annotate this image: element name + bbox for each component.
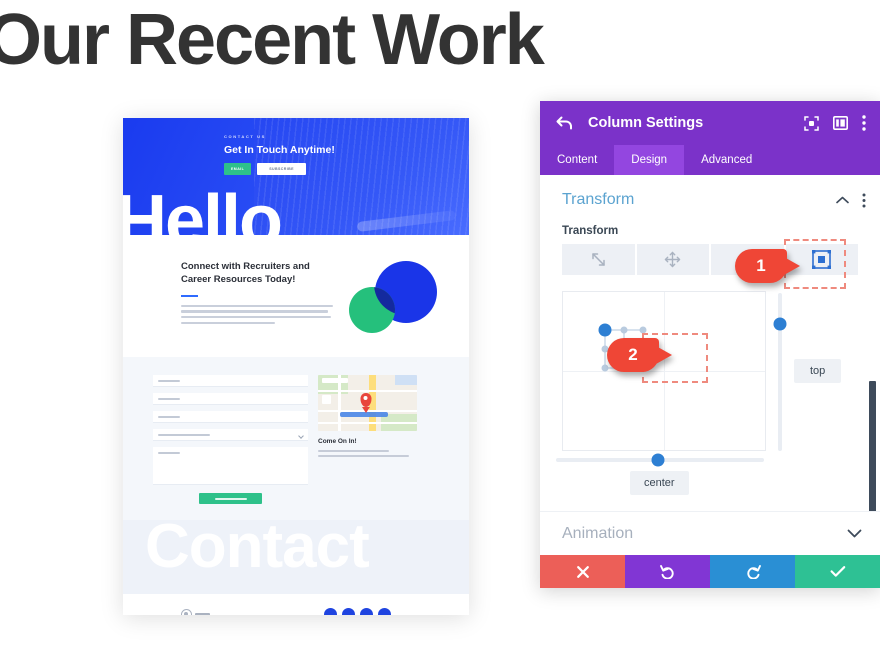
panel-tabs: Content Design Advanced bbox=[540, 145, 880, 175]
panel-footer-actions bbox=[540, 555, 880, 588]
map-heading: Come On In! bbox=[318, 438, 357, 445]
origin-handle-top-right[interactable] bbox=[639, 326, 647, 334]
form-field-name[interactable] bbox=[153, 375, 308, 387]
callout-badge-1: 1 bbox=[735, 249, 800, 283]
social-icon-twitter[interactable] bbox=[342, 608, 355, 615]
more-options-icon[interactable] bbox=[862, 115, 866, 131]
panel-scrollbar-thumb[interactable] bbox=[869, 381, 876, 511]
form-submit-button[interactable] bbox=[199, 493, 262, 504]
preview-form-section: Come On In! bbox=[123, 357, 469, 520]
transform-section-title: Transform bbox=[562, 191, 635, 208]
connect-heading: Connect with Recruiters and Career Resou… bbox=[181, 261, 310, 285]
contact-watermark-text: Contact bbox=[145, 520, 370, 581]
undo-icon bbox=[659, 564, 676, 579]
origin-vertical-slider[interactable] bbox=[773, 293, 787, 451]
social-icon-facebook[interactable] bbox=[324, 608, 337, 615]
panel-body: Transform Transform top center bbox=[540, 175, 880, 511]
transform-section-header: Transform bbox=[540, 175, 880, 209]
google-map-image[interactable] bbox=[318, 375, 417, 431]
animation-section-header[interactable]: Animation bbox=[540, 511, 880, 555]
map-column: Come On In! bbox=[318, 375, 417, 504]
origin-handle-top-left[interactable] bbox=[598, 323, 612, 337]
form-field-email[interactable] bbox=[153, 393, 308, 405]
chevron-down-icon[interactable] bbox=[847, 529, 862, 538]
origin-horizontal-value-label: center bbox=[630, 471, 689, 495]
form-field-message[interactable] bbox=[153, 447, 308, 485]
preview-connect-section: Connect with Recruiters and Career Resou… bbox=[123, 235, 469, 357]
back-arrow-icon[interactable] bbox=[556, 116, 573, 130]
move-arrows-icon[interactable] bbox=[636, 244, 709, 275]
tab-advanced[interactable]: Advanced bbox=[684, 145, 770, 175]
panel-header: Column Settings bbox=[540, 101, 880, 145]
tab-design[interactable]: Design bbox=[614, 145, 685, 175]
layout-columns-icon[interactable] bbox=[833, 116, 848, 130]
website-preview-card: CONTACT US Get In Touch Anytime! EMAIL S… bbox=[123, 118, 469, 615]
form-field-select[interactable] bbox=[153, 429, 308, 441]
callout-number-2: 2 bbox=[628, 345, 638, 364]
origin-horizontal-slider[interactable] bbox=[556, 453, 764, 467]
callout-number-1: 1 bbox=[756, 256, 766, 275]
social-icon-linkedin[interactable] bbox=[378, 608, 391, 615]
cancel-button[interactable] bbox=[540, 555, 625, 588]
origin-handle-top-center[interactable] bbox=[620, 326, 628, 334]
redo-icon bbox=[745, 564, 761, 579]
connect-body-text bbox=[181, 304, 333, 324]
transform-options-icon[interactable] bbox=[862, 193, 866, 208]
callout-badge-2: 2 bbox=[607, 338, 672, 372]
footer-social-links bbox=[324, 608, 391, 615]
logo-wordmark bbox=[195, 612, 210, 615]
origin-handle-bottom-left[interactable] bbox=[601, 364, 609, 372]
scale-arrow-icon[interactable] bbox=[562, 244, 635, 275]
origin-vertical-slider-thumb[interactable] bbox=[773, 317, 787, 331]
transform-origin-picker: top center bbox=[556, 291, 847, 495]
chevron-up-icon[interactable] bbox=[836, 196, 849, 204]
preview-hero-section: CONTACT US Get In Touch Anytime! EMAIL S… bbox=[123, 118, 469, 235]
column-settings-panel: Column Settings Content Design Advanced … bbox=[540, 101, 880, 588]
hero-secondary-button[interactable]: SUBSCRIBE bbox=[257, 163, 306, 175]
check-icon bbox=[830, 565, 846, 578]
map-address bbox=[318, 450, 417, 458]
animation-section-title: Animation bbox=[562, 524, 634, 542]
undo-button[interactable] bbox=[625, 555, 710, 588]
origin-canvas[interactable] bbox=[562, 291, 766, 451]
transform-mode-toolbar bbox=[562, 244, 858, 275]
panel-title: Column Settings bbox=[588, 115, 704, 131]
logo-mark-icon bbox=[181, 609, 192, 615]
hero-primary-button[interactable]: EMAIL bbox=[224, 163, 252, 175]
social-icon-instagram[interactable] bbox=[360, 608, 373, 615]
footer-logo bbox=[181, 609, 210, 615]
transform-field-label: Transform bbox=[562, 225, 619, 237]
connect-divider bbox=[181, 294, 198, 297]
hero-title: Get In Touch Anytime! bbox=[224, 144, 335, 156]
save-button[interactable] bbox=[795, 555, 880, 588]
origin-horizontal-slider-thumb[interactable] bbox=[651, 453, 665, 467]
preview-footer-section: Office Contact Us Subscribe For Updates … bbox=[123, 594, 469, 615]
close-icon bbox=[576, 565, 590, 579]
connect-circles-graphic bbox=[347, 261, 439, 333]
page-title: Our Recent Work bbox=[0, 0, 545, 80]
preview-contact-watermark-section: Contact bbox=[123, 520, 469, 594]
hero-watermark-text: Hello bbox=[123, 181, 283, 235]
screenshot-root: Our Recent Work CONTACT US Get In Touch … bbox=[0, 0, 880, 655]
hero-eyebrow: CONTACT US bbox=[224, 134, 266, 139]
redo-button[interactable] bbox=[710, 555, 795, 588]
origin-vertical-value-label: top bbox=[794, 359, 842, 383]
origin-horizontal-guide bbox=[563, 371, 765, 372]
contact-form bbox=[153, 375, 308, 504]
fullscreen-icon[interactable] bbox=[804, 115, 819, 131]
tab-content[interactable]: Content bbox=[540, 145, 615, 175]
form-field-phone[interactable] bbox=[153, 411, 308, 423]
